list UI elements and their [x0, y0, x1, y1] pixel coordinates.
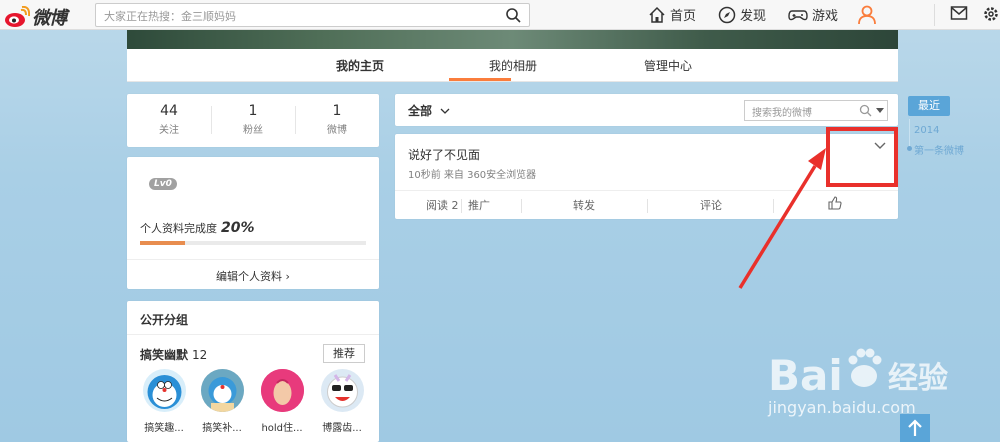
- stat-following[interactable]: 44 关注: [127, 103, 211, 136]
- post-text: 说好了不见面: [408, 148, 481, 162]
- divider: [461, 199, 462, 213]
- home-icon: [649, 6, 665, 23]
- avatar[interactable]: [201, 369, 244, 412]
- completion-label: 个人资料完成度: [140, 222, 217, 235]
- completion-value: 20%: [221, 220, 255, 236]
- post-actions: 阅读 2 推广 转发 评论: [395, 190, 898, 219]
- completion-bar-fill: [140, 241, 186, 245]
- timeline-recent-button[interactable]: 最近: [908, 96, 950, 116]
- search-my-weibo-placeholder: 搜索我的微博: [752, 108, 812, 119]
- promote-button[interactable]: 推广: [468, 197, 490, 213]
- avatar-name[interactable]: hold住...: [257, 419, 307, 434]
- feed-filter-bar: 全部 搜索我的微博: [395, 94, 898, 126]
- arrow-up-icon: [908, 419, 922, 436]
- user-profile-link[interactable]: [858, 5, 880, 25]
- cover-image: [127, 30, 898, 49]
- thumbs-up-icon[interactable]: [828, 196, 842, 210]
- stat-followers-count: 1: [248, 103, 258, 119]
- search-placeholder: 大家正在热搜：金三顺妈妈: [104, 10, 236, 23]
- watermark-url: jingyan.baidu.com: [768, 398, 916, 417]
- divider: [647, 199, 648, 213]
- doraemon-avatar-image: [147, 375, 182, 409]
- gear-icon: [984, 7, 998, 21]
- compass-icon: [718, 6, 736, 23]
- weibo-logo[interactable]: 微博: [4, 4, 67, 30]
- gamepad-icon: [788, 9, 808, 20]
- timeline-first-post[interactable]: 第一条微博: [914, 142, 964, 157]
- topbar-divider: [934, 4, 935, 26]
- avatar[interactable]: [261, 369, 304, 412]
- weibo-eye-icon: [5, 6, 30, 27]
- profile-completion: 个人资料完成度 20%: [140, 220, 255, 236]
- edit-profile-label: 编辑个人资料 ›: [216, 270, 290, 283]
- avatar[interactable]: [143, 369, 186, 412]
- group-name-label: 搞笑幽默: [140, 348, 189, 362]
- search-icon[interactable]: [505, 7, 521, 23]
- stats-panel: 44 关注 1 粉丝 1 微博: [127, 94, 379, 147]
- recommend-button[interactable]: 推荐: [323, 344, 365, 363]
- avatar-name[interactable]: 搞笑补...: [197, 419, 247, 434]
- filter-dropdown[interactable]: 全部: [408, 102, 452, 119]
- watermark-brand2: 经验: [888, 361, 948, 396]
- edit-profile-link[interactable]: 编辑个人资料 ›: [127, 259, 379, 289]
- caret-down-icon[interactable]: [876, 108, 884, 114]
- profile-tabs: 我的主页 我的相册 管理中心: [127, 49, 898, 82]
- global-search-input[interactable]: 大家正在热搜：金三顺妈妈: [95, 3, 530, 27]
- mail-icon: [950, 6, 968, 20]
- stat-posts-label: 微博: [327, 125, 347, 136]
- divider: [127, 334, 379, 335]
- stat-posts-count: 1: [332, 103, 342, 119]
- nav-games-label: 游戏: [812, 9, 839, 24]
- settings-button[interactable]: [982, 5, 1000, 23]
- stat-following-label: 关注: [159, 125, 179, 136]
- messages-button[interactable]: [950, 5, 972, 21]
- watermark-brand: Bai: [768, 351, 843, 400]
- top-bar: 微博 大家正在热搜：金三顺妈妈 首页 发现 游戏: [0, 0, 1000, 30]
- post-meta[interactable]: 10秒前 来自 360安全浏览器: [408, 166, 536, 181]
- repost-button[interactable]: 转发: [573, 197, 595, 213]
- read-count: 阅读 2: [426, 199, 459, 212]
- nav-home-label: 首页: [670, 9, 697, 24]
- avatar-name[interactable]: 搞笑趣...: [139, 419, 189, 434]
- profile-panel: Lv0 个人资料完成度 20% 编辑个人资料 ›: [127, 157, 379, 289]
- search-icon[interactable]: [859, 104, 872, 117]
- comment-button[interactable]: 评论: [700, 197, 722, 213]
- level-badge[interactable]: Lv0: [149, 178, 177, 190]
- divider: [773, 199, 774, 213]
- stat-followers[interactable]: 1 粉丝: [211, 103, 295, 136]
- tab-management[interactable]: 管理中心: [644, 57, 692, 74]
- stat-followers-label: 粉丝: [243, 125, 263, 136]
- nav-discover-label: 发现: [740, 9, 767, 24]
- nav-discover[interactable]: 发现: [718, 5, 766, 24]
- timeline-year[interactable]: 2014: [914, 125, 939, 136]
- groups-title: 公开分组: [140, 313, 189, 327]
- active-tab-indicator: [449, 78, 511, 81]
- chevron-down-icon: [440, 108, 450, 114]
- group-count: 12: [192, 348, 208, 362]
- stat-posts[interactable]: 1 微博: [295, 103, 379, 136]
- avatar[interactable]: [321, 369, 364, 412]
- sunglasses-avatar-image: [327, 374, 358, 408]
- filter-label: 全部: [408, 104, 433, 118]
- annotation-highlight-box: [826, 127, 898, 187]
- completion-bar: [140, 241, 366, 245]
- weibo-post: 说好了不见面 10秒前 来自 360安全浏览器 阅读 2 推广 转发 评论: [395, 134, 898, 219]
- logo-text: 微博: [32, 8, 67, 29]
- pink-avatar-image: [261, 369, 304, 412]
- stat-following-count: 44: [160, 103, 178, 119]
- divider: [521, 199, 522, 213]
- tab-my-home[interactable]: 我的主页: [336, 57, 384, 74]
- group-name[interactable]: 搞笑幽默 12: [140, 346, 207, 363]
- user-icon: [858, 5, 876, 25]
- nav-home[interactable]: 首页: [648, 5, 696, 24]
- public-groups-panel: 公开分组 搞笑幽默 12 推荐 搞笑趣... 搞笑补... hold住... 博…: [127, 301, 379, 442]
- back-to-top-button[interactable]: [900, 414, 930, 442]
- tab-my-album[interactable]: 我的相册: [489, 57, 537, 74]
- timeline-dot: [907, 146, 912, 151]
- nav-games[interactable]: 游戏: [788, 5, 838, 24]
- search-my-weibo-input[interactable]: 搜索我的微博: [744, 100, 888, 121]
- avatar-name[interactable]: 博露齿...: [317, 419, 367, 434]
- cartoon-avatar-image: [201, 369, 244, 412]
